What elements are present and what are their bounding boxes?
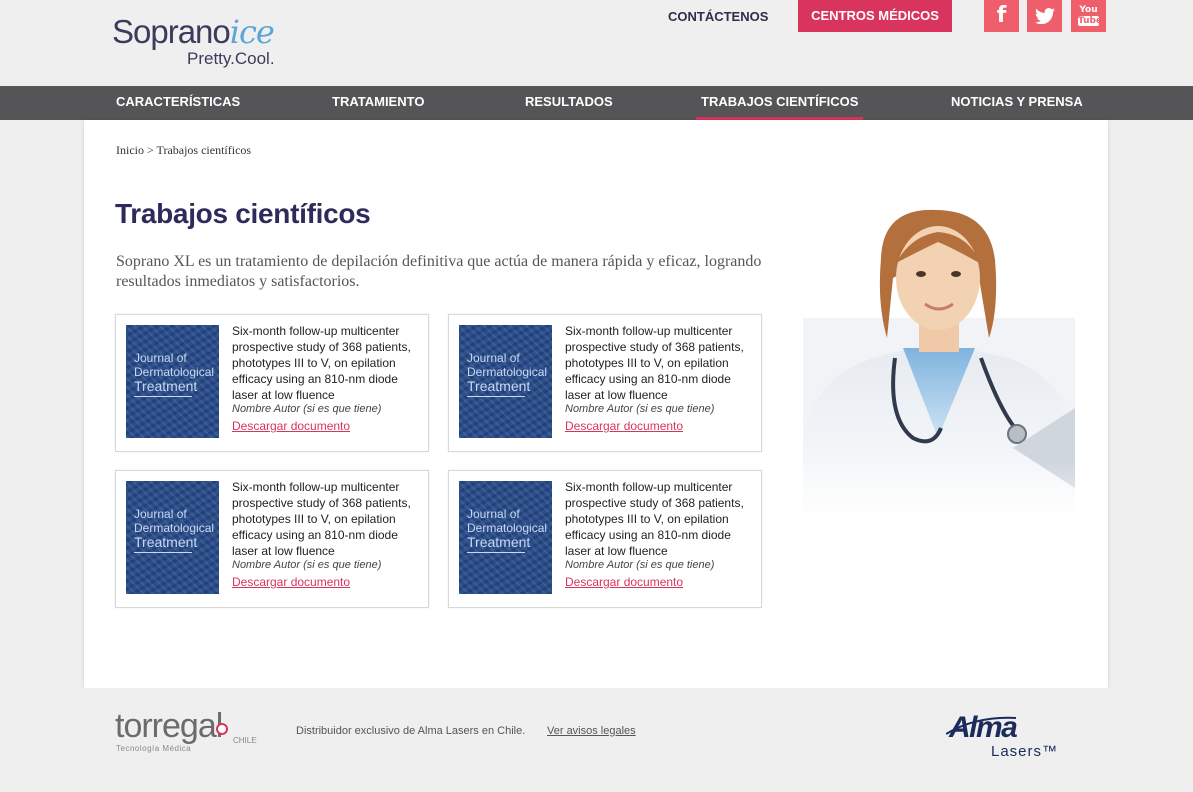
alma-lasers-logo[interactable]: Alma Lasers™ bbox=[946, 712, 1066, 760]
page-title: Trabajos científicos bbox=[115, 198, 371, 229]
torregal-subtitle: Tecnología Médica bbox=[116, 744, 192, 753]
paper-card: Journal of Dermatological Treatment Six-mo… bbox=[448, 314, 762, 452]
content-panel: Inicio > Trabajos científicos Trabajos c… bbox=[84, 120, 1108, 688]
paper-card: Journal of Dermatological Treatment Six-mo… bbox=[448, 470, 762, 608]
journal-cover-image: Journal of Dermatological Treatment bbox=[126, 325, 219, 438]
paper-title: Six-month follow-up multicenter prospect… bbox=[232, 480, 411, 558]
cover-line: Treatment bbox=[467, 378, 531, 394]
contact-link[interactable]: CONTÁCTENOS bbox=[668, 9, 768, 25]
torregal-logo[interactable]: torregal Tecnología Médica CHILE bbox=[115, 706, 265, 758]
paper-author: Nombre Autor (si es que tiene) bbox=[565, 559, 715, 571]
paper-author: Nombre Autor (si es que tiene) bbox=[232, 559, 382, 571]
alma-subtitle: Lasers™ bbox=[991, 743, 1059, 760]
cover-line: Journal of bbox=[467, 351, 520, 365]
distributor-text: Distribuidor exclusivo de Alma Lasers en… bbox=[296, 725, 526, 737]
youtube-icon-text-top: You bbox=[1079, 5, 1098, 15]
nav-item-caracteristicas[interactable]: CARACTERÍSTICAS bbox=[116, 86, 240, 120]
torregal-dot-icon bbox=[216, 723, 228, 735]
nav-item-tratamiento[interactable]: TRATAMIENTO bbox=[332, 86, 424, 120]
logo-tagline: Pretty.Cool. bbox=[187, 49, 275, 68]
paper-title: Six-month follow-up multicenter prospect… bbox=[565, 324, 744, 402]
cover-line: Treatment bbox=[467, 534, 531, 550]
nav-item-noticias-y-prensa[interactable]: NOTICIAS Y PRENSA bbox=[951, 86, 1083, 120]
paper-card: Journal of Dermatological Treatment Six-mo… bbox=[115, 470, 429, 608]
twitter-icon[interactable] bbox=[1027, 0, 1062, 32]
cover-line: Treatment bbox=[134, 378, 198, 394]
torregal-country: CHILE bbox=[233, 736, 257, 745]
logo-wordmark: Sopranoice bbox=[112, 13, 275, 51]
cover-line: Dermatological bbox=[134, 521, 215, 535]
site-header: Sopranoice Pretty.Cool. CONTÁCTENOS CENT… bbox=[0, 0, 1193, 86]
site-footer: torregal Tecnología Médica CHILE Distrib… bbox=[0, 688, 1193, 792]
legal-notices-link[interactable]: Ver avisos legales bbox=[547, 725, 636, 737]
paper-author: Nombre Autor (si es que tiene) bbox=[565, 403, 715, 415]
cover-line: Journal of bbox=[467, 507, 520, 521]
download-document-link[interactable]: Descargar documento bbox=[565, 419, 683, 433]
journal-cover-image: Journal of Dermatological Treatment bbox=[459, 481, 552, 594]
torregal-wordmark: torregal bbox=[115, 707, 223, 745]
journal-cover-image: Journal of Dermatological Treatment bbox=[126, 481, 219, 594]
soprano-ice-logo[interactable]: Sopranoice Pretty.Cool. bbox=[112, 12, 302, 72]
journal-cover-image: Journal of Dermatological Treatment bbox=[459, 325, 552, 438]
cover-line: Treatment bbox=[134, 534, 198, 550]
cover-line: Journal of bbox=[134, 507, 187, 521]
facebook-icon[interactable]: f bbox=[984, 0, 1019, 32]
medical-centers-button[interactable]: CENTROS MÉDICOS bbox=[798, 0, 952, 32]
paper-card: Journal of Dermatological Treatment Six-mo… bbox=[115, 314, 429, 452]
paper-title: Six-month follow-up multicenter prospect… bbox=[232, 324, 411, 402]
download-document-link[interactable]: Descargar documento bbox=[232, 575, 350, 589]
download-document-link[interactable]: Descargar documento bbox=[565, 575, 683, 589]
cover-line: Dermatological bbox=[467, 365, 548, 379]
nav-item-resultados[interactable]: RESULTADOS bbox=[525, 86, 613, 120]
nav-item-trabajos-cientificos[interactable]: TRABAJOS CIENTÍFICOS bbox=[696, 86, 864, 120]
cover-line: Journal of bbox=[134, 351, 187, 365]
youtube-icon-text-bottom: Tube bbox=[1078, 16, 1103, 26]
cover-line: Dermatological bbox=[134, 365, 215, 379]
alma-wordmark: Alma bbox=[949, 711, 1018, 744]
breadcrumb: Inicio > Trabajos científicos bbox=[116, 143, 252, 157]
paper-author: Nombre Autor (si es que tiene) bbox=[232, 403, 382, 415]
cover-line: Dermatological bbox=[467, 521, 548, 535]
intro-text: Soprano XL es un tratamiento de depilaci… bbox=[116, 253, 762, 290]
main-nav: CARACTERÍSTICAS TRATAMIENTO RESULTADOS T… bbox=[0, 86, 1193, 120]
doctor-photo bbox=[803, 208, 1075, 546]
download-document-link[interactable]: Descargar documento bbox=[232, 419, 350, 433]
youtube-icon[interactable]: You Tube bbox=[1071, 0, 1106, 32]
paper-title: Six-month follow-up multicenter prospect… bbox=[565, 480, 744, 558]
